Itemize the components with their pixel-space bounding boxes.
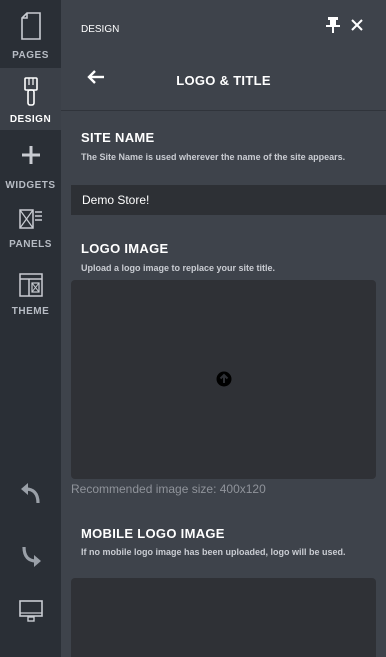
rail-label-pages: PAGES bbox=[12, 50, 49, 61]
site-name-title: SITE NAME bbox=[81, 130, 155, 145]
brush-icon bbox=[23, 77, 38, 106]
rail-label-panels: PANELS bbox=[9, 239, 52, 250]
section-title: LOGO & TITLE bbox=[176, 73, 271, 88]
logo-image-dropzone[interactable] bbox=[71, 280, 376, 479]
rail-label-design: DESIGN bbox=[9, 114, 52, 125]
rail-item-design[interactable]: DESIGN bbox=[0, 68, 61, 130]
close-icon[interactable] bbox=[350, 16, 364, 34]
undo-button[interactable] bbox=[18, 481, 44, 507]
design-panel: DESIGN LOGO & TITLE SITE NAME The Site N… bbox=[61, 0, 386, 657]
upload-icon[interactable] bbox=[216, 371, 232, 387]
panel-header: DESIGN bbox=[61, 0, 386, 58]
monitor-icon bbox=[19, 600, 43, 622]
rail-label-theme: THEME bbox=[11, 306, 50, 317]
pin-icon[interactable] bbox=[326, 16, 340, 34]
rail-item-panels[interactable]: PANELS bbox=[0, 195, 61, 260]
plus-icon bbox=[21, 146, 40, 164]
redo-button[interactable] bbox=[18, 543, 44, 569]
rail-item-widgets[interactable]: WIDGETS bbox=[0, 130, 61, 195]
logo-image-description: Upload a logo image to replace your site… bbox=[81, 263, 276, 273]
rail-label-widgets: WIDGETS bbox=[5, 180, 56, 191]
site-name-description: The Site Name is used wherever the name … bbox=[81, 152, 346, 162]
redo-icon bbox=[22, 546, 41, 567]
undo-icon bbox=[21, 483, 40, 504]
mobile-logo-title: MOBILE LOGO IMAGE bbox=[81, 526, 225, 541]
sub-header: LOGO & TITLE bbox=[61, 58, 386, 111]
left-rail: PAGES DESIGN WIDGETS PANELS THEME bbox=[0, 0, 61, 657]
site-name-input[interactable]: Demo Store! bbox=[71, 185, 386, 215]
page-icon bbox=[20, 12, 41, 40]
theme-icon bbox=[18, 273, 43, 297]
panel-title: DESIGN bbox=[81, 24, 120, 35]
mobile-logo-description: If no mobile logo image has been uploade… bbox=[81, 547, 346, 557]
header-actions bbox=[326, 16, 364, 34]
rail-item-theme[interactable]: THEME bbox=[0, 260, 61, 325]
device-preview-button[interactable] bbox=[17, 599, 45, 625]
rail-item-pages[interactable]: PAGES bbox=[0, 0, 61, 68]
panels-icon bbox=[18, 209, 42, 229]
logo-image-title: LOGO IMAGE bbox=[81, 241, 169, 256]
mobile-logo-dropzone[interactable] bbox=[71, 578, 376, 657]
logo-size-hint: Recommended image size: 400x120 bbox=[71, 482, 266, 496]
